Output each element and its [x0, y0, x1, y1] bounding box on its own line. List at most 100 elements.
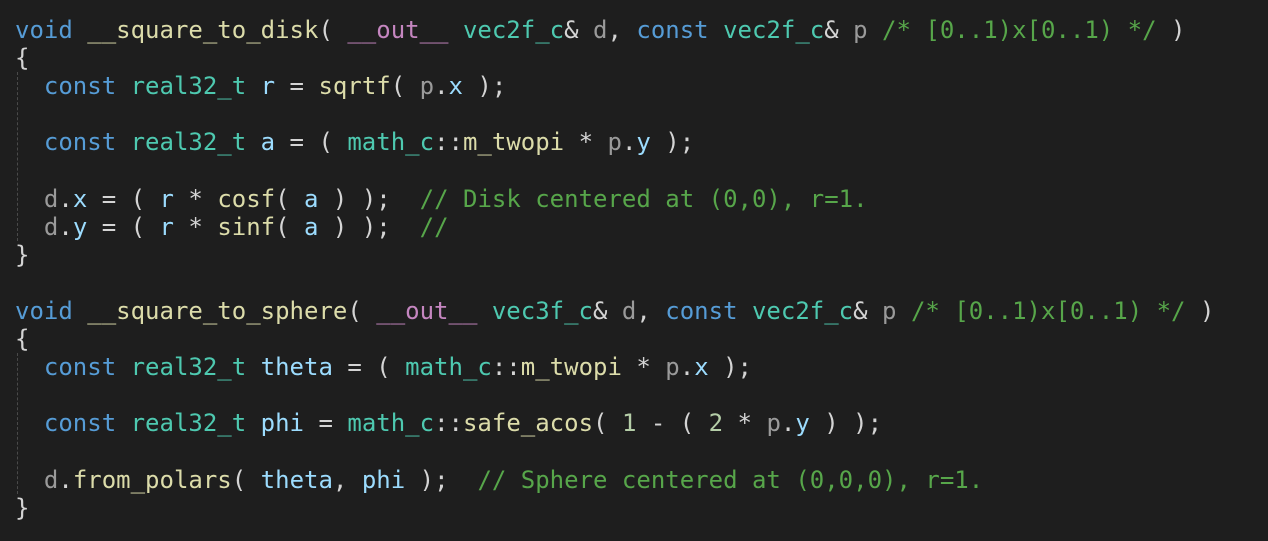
code-token: * — [621, 353, 666, 382]
code-token: } — [15, 240, 30, 269]
code-token: * — [723, 409, 767, 438]
code-token: x — [694, 353, 709, 382]
code-line[interactable]: const real32_t theta = ( math_c::m_twopi… — [15, 353, 752, 381]
code-token: . — [58, 212, 73, 241]
code-token: __out__ — [347, 16, 449, 44]
code-token: - ( — [636, 409, 709, 438]
code-token: * — [173, 212, 218, 241]
code-token: phi — [260, 409, 305, 438]
code-token: ) — [1185, 297, 1215, 325]
code-token: ( — [275, 212, 305, 241]
code-token: = — [304, 409, 348, 438]
code-token: , — [607, 16, 637, 44]
code-token: a — [260, 128, 276, 157]
code-token: real32_t — [130, 353, 247, 382]
code-token: y — [795, 409, 810, 438]
code-line[interactable]: d.y = ( r * sinf( a ) ); // — [15, 213, 449, 241]
code-token: & — [593, 297, 622, 325]
code-token: . — [780, 409, 796, 438]
code-token: p — [766, 409, 781, 438]
code-token: __square_to_disk — [87, 16, 319, 44]
code-token: ( — [390, 72, 420, 101]
code-editor[interactable]: void __square_to_disk( __out__ vec2f_c& … — [0, 0, 1268, 541]
code-token: * — [564, 128, 608, 157]
code-line[interactable]: void __square_to_sphere( __out__ vec3f_c… — [15, 297, 1214, 325]
code-token: theta — [260, 465, 333, 494]
code-token: ( — [347, 297, 377, 325]
code-token: ( — [593, 409, 622, 438]
code-token: :: — [434, 128, 463, 157]
code-token: d — [43, 465, 59, 494]
code-token: // — [419, 212, 449, 241]
code-token: = ( — [87, 184, 160, 213]
code-token: & — [564, 16, 594, 44]
code-token: & — [853, 297, 883, 325]
code-token: const — [43, 72, 117, 101]
code-line[interactable]: const real32_t a = ( math_c::m_twopi * p… — [15, 128, 694, 156]
code-line[interactable]: const real32_t phi = math_c::safe_acos( … — [15, 409, 882, 437]
code-token: a — [304, 212, 319, 241]
code-token: phi — [361, 465, 406, 494]
code-line[interactable]: } — [15, 494, 29, 522]
code-line[interactable]: d.from_polars( theta, phi ); // Sphere c… — [15, 466, 983, 494]
code-token: = ( — [332, 353, 406, 382]
code-line[interactable]: { — [15, 325, 29, 353]
code-token: __out__ — [376, 297, 478, 325]
code-token: void — [15, 16, 73, 44]
code-token: ( — [275, 184, 305, 213]
code-token: d — [621, 297, 637, 325]
code-line[interactable]: } — [15, 241, 29, 269]
code-token: { — [15, 44, 30, 73]
code-token: ( — [231, 465, 261, 494]
code-token: p — [882, 297, 897, 325]
code-token: cosf — [217, 184, 276, 213]
code-token: math_c — [405, 353, 492, 382]
code-token: sqrtf — [318, 72, 391, 101]
code-token: ) ); — [809, 409, 883, 438]
code-token: } — [15, 493, 30, 522]
code-token: const — [665, 297, 738, 325]
code-token: . — [58, 184, 73, 213]
code-token: p — [607, 128, 622, 157]
code-token: void — [15, 297, 73, 325]
code-token: m_twopi — [520, 353, 622, 382]
code-token: . — [58, 465, 73, 494]
code-line[interactable]: const real32_t r = sqrtf( p.x ); — [15, 72, 506, 100]
code-token: = ( — [87, 212, 160, 241]
code-token: real32_t — [130, 128, 247, 157]
code-token: ); — [462, 72, 507, 101]
code-token: d — [43, 184, 59, 213]
code-line[interactable]: void __square_to_disk( __out__ vec2f_c& … — [15, 16, 1186, 44]
code-line[interactable]: { — [15, 44, 29, 72]
code-token: = ( — [275, 128, 348, 157]
indent-guide — [17, 72, 18, 241]
code-token: y — [72, 212, 88, 241]
code-token: const — [43, 353, 117, 382]
code-line[interactable]: d.x = ( r * cosf( a ) ); // Disk centere… — [15, 185, 868, 213]
code-token: . — [434, 72, 449, 101]
code-token: vec2f_c — [462, 16, 565, 44]
code-token: vec3f_c — [491, 297, 594, 325]
code-token: , — [636, 297, 666, 325]
code-token: ); — [405, 465, 478, 494]
code-token: ); — [650, 128, 695, 157]
code-token: r — [159, 184, 174, 213]
code-token: ) ); — [318, 184, 420, 213]
code-token: = — [275, 72, 319, 101]
code-token: __square_to_sphere — [87, 297, 348, 325]
